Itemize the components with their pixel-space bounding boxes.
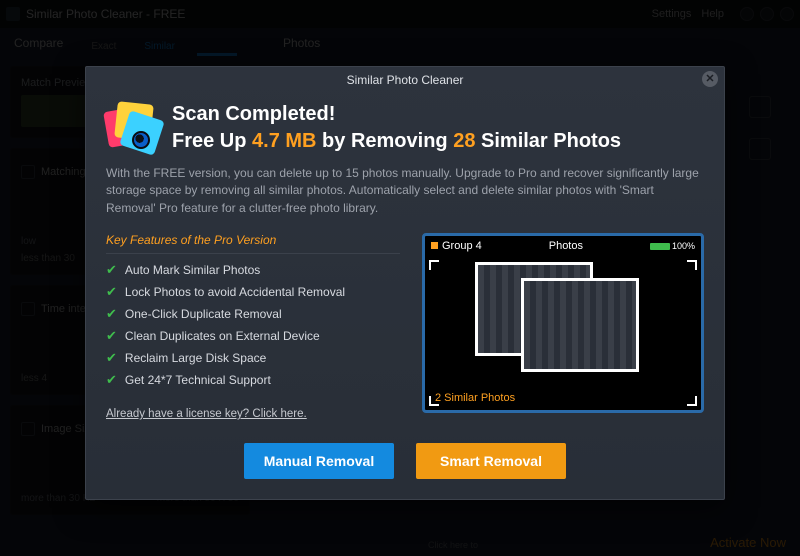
modal-title: Similar Photo Cleaner	[347, 73, 464, 87]
photo-stack-icon	[106, 101, 158, 153]
hero-heading: Scan Completed! Free Up 4.7 MB by Removi…	[172, 101, 621, 155]
preview-group: Group 4	[442, 240, 482, 252]
preview-caption: 2 Similar Photos	[435, 392, 515, 404]
preview-battery: 100%	[672, 241, 695, 251]
modal-description: With the FREE version, you can delete up…	[106, 165, 704, 217]
corner-icon	[687, 396, 697, 406]
preview-photos-label: Photos	[549, 240, 583, 252]
check-icon: ✔	[106, 372, 117, 388]
license-key-link[interactable]: Already have a license key? Click here.	[106, 408, 307, 420]
feature-item: ✔One-Click Duplicate Removal	[106, 306, 400, 322]
manual-removal-button[interactable]: Manual Removal	[244, 443, 394, 479]
check-icon: ✔	[106, 284, 117, 300]
feature-item: ✔Lock Photos to avoid Accidental Removal	[106, 284, 400, 300]
heading-line1: Scan Completed!	[172, 103, 335, 125]
feature-item: ✔Reclaim Large Disk Space	[106, 350, 400, 366]
similar-photos-preview: Group 4 Photos 100% 2 Similar Photos	[422, 233, 704, 413]
scan-complete-dialog: Similar Photo Cleaner ✕ Scan Completed! …	[85, 66, 725, 500]
feature-item: ✔Clean Duplicates on External Device	[106, 328, 400, 344]
feature-item: ✔Auto Mark Similar Photos	[106, 262, 400, 278]
corner-icon	[429, 260, 439, 270]
battery-icon	[650, 243, 670, 250]
heading-count: 28	[453, 130, 475, 152]
check-icon: ✔	[106, 350, 117, 366]
smart-removal-button[interactable]: Smart Removal	[416, 443, 566, 479]
check-icon: ✔	[106, 306, 117, 322]
features-title: Key Features of the Pro Version	[106, 233, 400, 254]
close-icon[interactable]: ✕	[702, 71, 718, 87]
heading-prefix: Free Up	[172, 130, 252, 152]
group-dot-icon	[431, 242, 438, 249]
feature-item: ✔Get 24*7 Technical Support	[106, 372, 400, 388]
heading-size: 4.7 MB	[252, 130, 316, 152]
preview-photo-b	[521, 278, 639, 372]
heading-mid: by Removing	[317, 130, 454, 152]
modal-titlebar: Similar Photo Cleaner ✕	[86, 67, 724, 93]
corner-icon	[687, 260, 697, 270]
check-icon: ✔	[106, 262, 117, 278]
check-icon: ✔	[106, 328, 117, 344]
heading-suffix: Similar Photos	[475, 130, 621, 152]
